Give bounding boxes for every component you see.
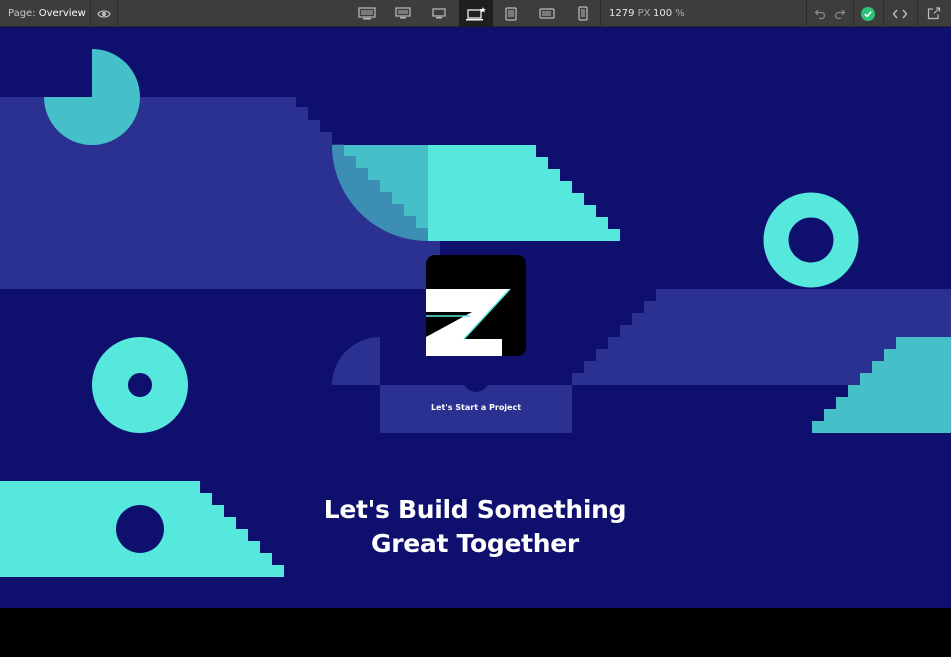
breakpoint-mobile-portrait-button[interactable]: [571, 0, 595, 27]
undo-button[interactable]: [811, 0, 829, 27]
redo-button[interactable]: [831, 0, 849, 27]
toolbar-divider: [600, 0, 601, 27]
quarter-pie-shape: [44, 49, 140, 145]
code-icon: [892, 9, 908, 18]
editor-toolbar: Page: Overview 1279 PX 100 %: [0, 0, 951, 27]
breakpoint-mobile-landscape-button[interactable]: [533, 0, 561, 27]
headline-line-2: Great Together: [371, 529, 579, 558]
desktop-icon: [432, 7, 446, 18]
page-name: Overview: [38, 8, 86, 19]
width-unit: PX: [637, 8, 651, 19]
zoom-value: 100: [653, 8, 673, 19]
export-button[interactable]: [921, 0, 947, 27]
breakpoint-desktop-xl-button[interactable]: [352, 0, 382, 27]
breakpoint-desktop-large-button[interactable]: [388, 0, 418, 27]
export-icon: [927, 7, 941, 20]
cta-notch: [463, 366, 489, 392]
preview-button[interactable]: [91, 0, 117, 27]
toolbar-divider: [917, 0, 918, 27]
breakpoint-tablet-button[interactable]: [498, 0, 524, 27]
stair-shape-top: [428, 145, 620, 241]
zoom-unit: %: [675, 8, 685, 19]
tablet-icon: [505, 6, 517, 21]
publish-status-button[interactable]: [857, 0, 879, 27]
ring-shape-left: [92, 337, 188, 433]
zoom-readout[interactable]: 100 %: [653, 8, 685, 19]
toolbar-divider: [883, 0, 884, 27]
design-canvas[interactable]: Let's Start a Project Let's Build Someth…: [0, 27, 951, 608]
breakpoint-laptop-base-button[interactable]: [459, 0, 493, 27]
start-project-button[interactable]: Let's Start a Project: [380, 403, 572, 412]
mobile-landscape-icon: [539, 8, 555, 19]
code-view-button[interactable]: [886, 0, 914, 27]
canvas-width-readout[interactable]: 1279 PX: [609, 8, 651, 19]
headline-line-1: Let's Build Something: [323, 495, 627, 524]
redo-icon: [834, 9, 846, 19]
eye-icon: [97, 9, 111, 18]
page-selector[interactable]: Page: Overview: [8, 8, 86, 19]
undo-icon: [814, 9, 826, 19]
hole-shape: [116, 505, 164, 553]
hero-headline: Let's Build Something Great Together: [275, 493, 675, 561]
laptop-base-icon: [466, 6, 486, 20]
toolbar-divider: [117, 0, 118, 27]
toolbar-divider: [806, 0, 807, 27]
page-prefix: Page:: [8, 8, 36, 19]
desktop-large-icon: [395, 7, 411, 19]
breakpoint-desktop-button[interactable]: [424, 0, 454, 27]
mobile-portrait-icon: [578, 6, 588, 21]
toolbar-divider: [853, 0, 854, 27]
half-circle-shape: [332, 337, 380, 385]
width-value: 1279: [609, 8, 635, 19]
desktop-xl-icon: [358, 6, 376, 19]
check-circle-icon: [861, 6, 875, 21]
ring-shape-right: [763, 192, 859, 288]
